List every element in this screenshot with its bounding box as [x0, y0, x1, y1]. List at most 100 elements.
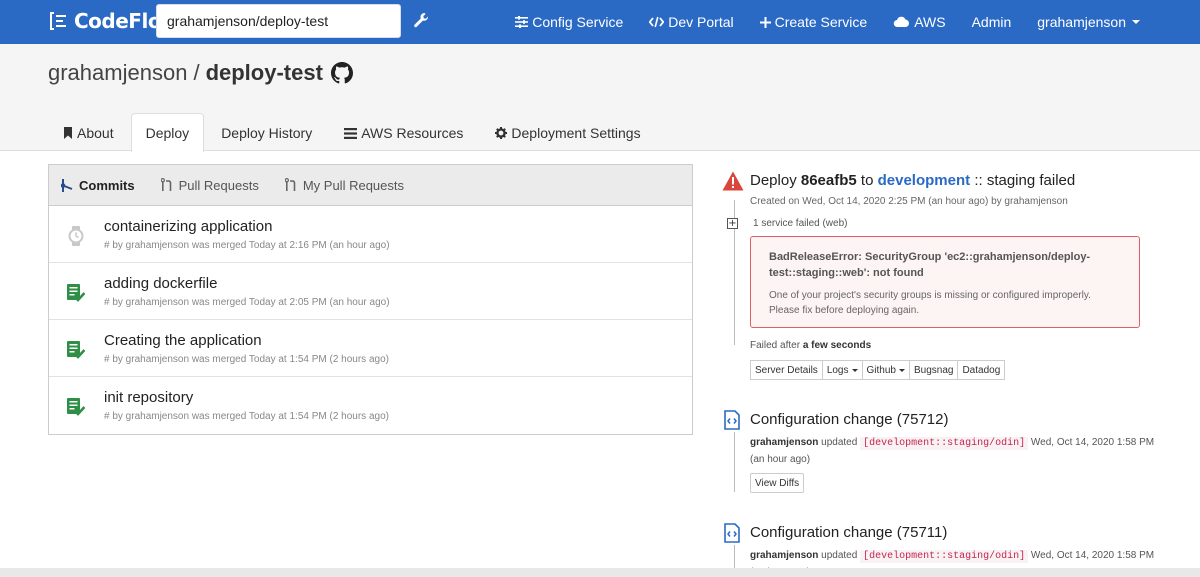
list-icon: [344, 127, 358, 139]
nav-admin[interactable]: Admin: [972, 14, 1012, 30]
commits-subtabs: Commits Pull Requests My Pull Requests: [49, 165, 692, 206]
config-action: updated: [821, 550, 858, 561]
bugsnag-label: Bugsnag: [913, 364, 954, 376]
page-title: grahamjenson / deploy-test: [48, 60, 353, 86]
datadog-button[interactable]: Datadog: [957, 360, 1006, 380]
commit-meta: # by grahamjenson was merged Today at 1:…: [104, 411, 389, 422]
nav-create-service-label: Create Service: [774, 14, 868, 30]
top-navbar: CodeFlow Config Service Dev Portal Creat…: [0, 0, 1200, 44]
tab-deployment-settings-label: Deployment Settings: [511, 125, 641, 141]
commit-row[interactable]: Creating the application # by grahamjens…: [49, 320, 692, 377]
expand-services-toggle[interactable]: +: [727, 218, 738, 229]
config-path: [development::staging/odin]: [860, 550, 1029, 563]
caret-down-icon: [898, 368, 905, 372]
warning-icon: [722, 171, 744, 191]
tab-deploy-label: Deploy: [145, 125, 190, 141]
deploy-heading: Deploy 86eafb5 to development :: staging…: [750, 172, 1075, 189]
subtab-my-pull-requests[interactable]: My Pull Requests: [284, 177, 404, 193]
deploy-to: to: [860, 172, 874, 189]
nav-dev-portal-label: Dev Portal: [668, 14, 734, 30]
deploy-prefix: Deploy: [750, 172, 797, 189]
commit-title[interactable]: containerizing application: [104, 218, 272, 235]
error-title: BadReleaseError: SecurityGroup 'ec2::gra…: [769, 251, 1091, 279]
subtab-commits[interactable]: Commits: [61, 178, 135, 193]
repo-search-input[interactable]: [156, 4, 401, 38]
nav-aws-label: AWS: [914, 14, 946, 30]
commit-title[interactable]: adding dockerfile: [104, 275, 217, 292]
pull-request-icon: [284, 178, 297, 192]
commit-title[interactable]: init repository: [104, 389, 193, 406]
github-dropdown-button[interactable]: Github: [861, 360, 910, 380]
commit-title[interactable]: Creating the application: [104, 332, 262, 349]
repo-name[interactable]: deploy-test: [206, 60, 323, 86]
subtab-my-pull-requests-label: My Pull Requests: [302, 177, 404, 193]
subtab-commits-label: Commits: [79, 177, 135, 193]
nav-user-menu[interactable]: grahamjenson: [1037, 14, 1140, 30]
server-details-label: Server Details: [755, 364, 818, 376]
subtab-pull-requests[interactable]: Pull Requests: [160, 177, 259, 193]
check-list-icon: [67, 398, 85, 416]
tab-deploy[interactable]: Deploy: [130, 113, 205, 152]
commit-meta: # by grahamjenson was merged Today at 2:…: [104, 297, 390, 308]
git-commit-icon: [61, 178, 73, 192]
config-action: updated: [821, 437, 858, 448]
config-file-icon: [724, 410, 740, 430]
nav-dev-portal[interactable]: Dev Portal: [649, 14, 734, 30]
tab-deployment-settings[interactable]: Deployment Settings: [480, 114, 655, 151]
nav-config-service-label: Config Service: [532, 14, 624, 30]
commit-row[interactable]: containerizing application # by grahamje…: [49, 206, 692, 263]
nav-aws[interactable]: AWS: [893, 14, 946, 30]
caret-down-icon: [1132, 20, 1140, 24]
deploy-suffix: :: staging failed: [974, 172, 1076, 189]
codeflow-logo-icon: [50, 12, 66, 30]
commit-row[interactable]: init repository # by grahamjenson was me…: [49, 377, 692, 434]
bottom-scroll-edge: [0, 568, 1200, 577]
failed-after-prefix: Failed after: [750, 340, 801, 351]
watch-pending-icon: [68, 226, 84, 246]
logs-label: Logs: [826, 364, 849, 376]
config-change-title: Configuration change (75711): [750, 524, 948, 541]
tab-about[interactable]: About: [48, 114, 129, 151]
subtab-pull-requests-label: Pull Requests: [178, 177, 259, 193]
commit-meta: # by grahamjenson was merged Today at 1:…: [104, 354, 389, 365]
pull-request-icon: [160, 178, 173, 192]
nav-create-service[interactable]: Create Service: [759, 14, 868, 30]
error-box: BadReleaseError: SecurityGroup 'ec2::gra…: [750, 236, 1140, 328]
tree-line: [734, 432, 735, 492]
commits-panel: Commits Pull Requests My Pull Requests c…: [48, 164, 693, 435]
tab-deploy-history-label: Deploy History: [221, 125, 313, 141]
datadog-label: Datadog: [962, 364, 1001, 376]
failed-after: Failed after a few seconds: [750, 340, 871, 351]
code-icon: [649, 16, 665, 28]
config-file-icon: [724, 523, 740, 543]
nav-config-service[interactable]: Config Service: [515, 14, 623, 30]
tab-deploy-history[interactable]: Deploy History: [206, 114, 327, 151]
deploy-sha[interactable]: 86eafb5: [801, 172, 857, 189]
caret-down-icon: [851, 368, 858, 372]
config-path: [development::staging/odin]: [860, 437, 1029, 450]
github-icon[interactable]: [330, 62, 353, 84]
server-details-button[interactable]: Server Details: [750, 360, 823, 380]
tab-aws-resources-label: AWS Resources: [361, 125, 464, 141]
check-list-icon: [67, 341, 85, 359]
gear-icon: [495, 127, 508, 139]
plus-icon: [759, 16, 771, 28]
logs-dropdown-button[interactable]: Logs: [821, 360, 863, 380]
config-user[interactable]: grahamjenson: [750, 550, 818, 561]
config-change-details: grahamjenson updated [development::stagi…: [750, 435, 1170, 468]
failed-services-count: 1 service failed (web): [753, 218, 848, 229]
view-diffs-button[interactable]: View Diffs: [750, 473, 805, 493]
bugsnag-button[interactable]: Bugsnag: [908, 360, 959, 380]
deploy-environment-link[interactable]: development: [878, 172, 971, 189]
failed-after-value: a few seconds: [802, 340, 872, 351]
github-label: Github: [866, 364, 896, 376]
commit-row[interactable]: adding dockerfile # by grahamjenson was …: [49, 263, 692, 320]
repo-owner[interactable]: grahamjenson: [48, 60, 187, 86]
commit-meta: # by grahamjenson was merged Today at 2:…: [104, 240, 390, 251]
tab-about-label: About: [77, 125, 114, 141]
tab-aws-resources[interactable]: AWS Resources: [329, 114, 478, 151]
config-user[interactable]: grahamjenson: [750, 437, 818, 448]
sliders-icon: [515, 16, 529, 28]
wrench-icon[interactable]: [412, 11, 430, 29]
nav-admin-label: Admin: [971, 14, 1012, 30]
